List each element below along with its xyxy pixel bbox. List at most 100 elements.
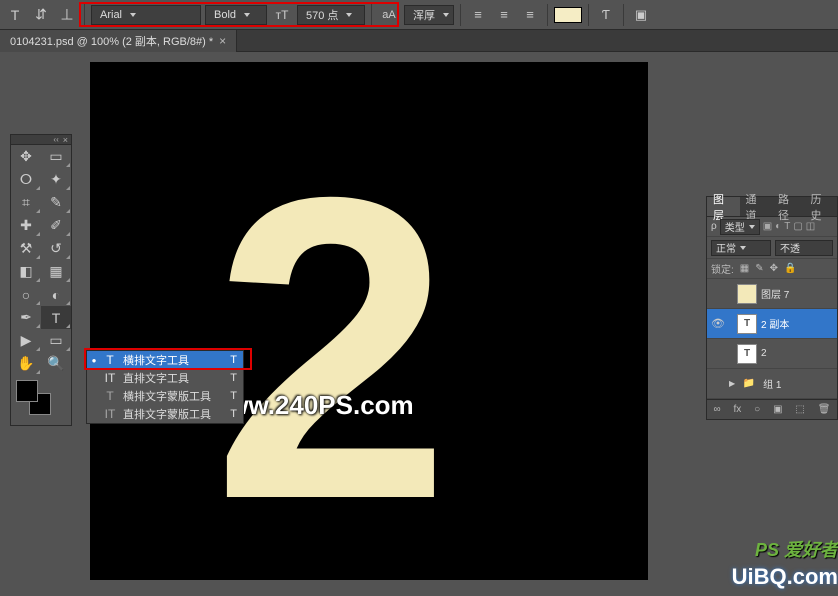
tab-paths[interactable]: 路径 <box>772 197 805 216</box>
hand-tool[interactable]: ✋ <box>11 352 41 375</box>
flyout-item-vertical-type[interactable]: IT 直排文字工具 T <box>87 369 243 387</box>
dodge-tool[interactable]: ◐ <box>41 283 71 306</box>
expand-icon[interactable]: ▶ <box>729 379 735 388</box>
vertical-type-icon: IT <box>103 371 117 385</box>
font-size-dropdown[interactable]: 570 点 <box>297 5 365 25</box>
tab-layers[interactable]: 图层 <box>707 197 740 216</box>
layer-layer7[interactable]: 图层 7 <box>707 279 837 309</box>
vertical-text-icon[interactable]: 丄 <box>56 4 78 26</box>
move-tool[interactable]: ✥ <box>11 145 41 168</box>
layer-thumbnail <box>737 284 757 304</box>
add-mask-icon[interactable]: ○ <box>754 404 760 415</box>
filter-type-icon[interactable]: T <box>784 221 790 232</box>
filter-adjustment-icon[interactable]: ◐ <box>775 221 781 232</box>
active-dot-icon: ● <box>91 356 97 365</box>
type-tool-flyout: ● T 横排文字工具 T IT 直排文字工具 T T 横排文字蒙版工具 T IT… <box>86 350 244 424</box>
lasso-tool[interactable]: ⵔ <box>11 168 41 191</box>
new-adjustment-icon[interactable]: ▣ <box>773 404 782 415</box>
close-icon[interactable]: × <box>63 135 68 145</box>
canvas-text-glyph: 2 <box>212 102 451 596</box>
link-layers-icon[interactable]: ∞ <box>713 404 720 415</box>
lock-position-icon[interactable]: ✥ <box>770 263 778 274</box>
character-panel-button[interactable]: ▣ <box>630 4 652 26</box>
chevron-down-icon <box>346 13 352 17</box>
antialias-dropdown[interactable]: 浑厚 <box>404 5 454 25</box>
font-family-value: Arial <box>100 9 122 21</box>
layer-fx-icon[interactable]: fx <box>733 404 741 415</box>
vertical-type-mask-icon: IT <box>103 407 117 421</box>
layer-name[interactable]: 2 <box>761 348 767 359</box>
close-icon[interactable]: × <box>219 34 226 48</box>
shape-tool[interactable]: ▭ <box>41 329 71 352</box>
toggle-orientation-icon[interactable]: ⇵ <box>30 4 52 26</box>
delete-layer-icon[interactable]: 🗑 <box>818 404 831 415</box>
branding-logo-1: PS 爱好者 <box>755 536 838 562</box>
layer-name[interactable]: 2 副本 <box>761 316 789 331</box>
layer-name[interactable]: 组 1 <box>763 376 781 391</box>
path-selection-tool[interactable]: ▶ <box>11 329 41 352</box>
font-size-value: 570 点 <box>306 7 338 23</box>
filter-smart-icon[interactable]: ◫ <box>806 221 815 232</box>
text-size-icon: тT <box>271 4 293 26</box>
tab-channels[interactable]: 通道 <box>740 197 773 216</box>
flyout-item-horizontal-type[interactable]: ● T 横排文字工具 T <box>87 351 243 369</box>
magic-wand-tool[interactable]: ✦ <box>41 168 71 191</box>
foreground-color[interactable] <box>16 380 38 402</box>
brush-tool[interactable]: ✐ <box>41 214 71 237</box>
lock-all-icon[interactable]: 🔒 <box>784 263 796 274</box>
layer-name[interactable]: 图层 7 <box>761 286 789 301</box>
layer-filter-type-dropdown[interactable]: 类型 <box>720 219 760 235</box>
crop-tool[interactable]: ⌗ <box>11 191 41 214</box>
lock-transparency-icon[interactable]: ▦ <box>740 263 749 274</box>
filter-shape-icon[interactable]: ▢ <box>793 221 802 232</box>
flyout-item-horizontal-type-mask[interactable]: T 横排文字蒙版工具 T <box>87 387 243 405</box>
horizontal-type-mask-icon: T <box>103 389 117 403</box>
text-color-swatch[interactable] <box>554 7 582 23</box>
visibility-toggle[interactable]: 👁 <box>711 317 725 330</box>
align-center-button[interactable]: ≡ <box>493 4 515 26</box>
layer-2-copy[interactable]: 👁 T 2 副本 <box>707 309 837 339</box>
healing-tool[interactable]: ✚ <box>11 214 41 237</box>
foreground-background-colors[interactable] <box>11 375 71 425</box>
lock-pixels-icon[interactable]: ✎ <box>755 263 763 274</box>
blur-tool[interactable]: ○ <box>11 283 41 306</box>
font-style-value: Bold <box>214 9 236 21</box>
chevron-down-icon <box>740 246 746 250</box>
pen-tool[interactable]: ✒ <box>11 306 41 329</box>
tools-panel: ‹‹ × ✥ ▭ ⵔ ✦ ⌗ ✎ ✚ ✐ ⚒ ↺ ◧ ▦ ○ ◐ ✒ T ▶ ▭… <box>10 134 72 426</box>
layer-2[interactable]: T 2 <box>707 339 837 369</box>
clone-stamp-tool[interactable]: ⚒ <box>11 237 41 260</box>
eyedropper-tool[interactable]: ✎ <box>41 191 71 214</box>
new-group-icon[interactable]: ⬚ <box>795 404 804 415</box>
chevron-down-icon <box>130 13 136 17</box>
font-style-dropdown[interactable]: Bold <box>205 5 267 25</box>
gradient-tool[interactable]: ▦ <box>41 260 71 283</box>
opacity-control[interactable]: 不透 <box>775 240 833 256</box>
warp-text-button[interactable]: Ƭ <box>595 4 617 26</box>
flyout-item-label: 横排文字工具 <box>123 352 221 368</box>
filter-pixel-icon[interactable]: ▣ <box>763 221 772 232</box>
chevron-down-icon <box>443 13 449 17</box>
canvas[interactable]: 2 www.240PS.com <box>90 62 648 580</box>
flyout-item-label: 直排文字工具 <box>123 370 221 386</box>
zoom-tool[interactable]: 🔍 <box>41 352 71 375</box>
type-tool[interactable]: T <box>41 306 71 329</box>
type-layer-icon: T <box>737 314 757 334</box>
flyout-item-label: 直排文字蒙版工具 <box>123 406 221 422</box>
layer-group-1[interactable]: ▶ 📁 组 1 <box>707 369 837 399</box>
marquee-tool[interactable]: ▭ <box>41 145 71 168</box>
font-family-dropdown[interactable]: Arial <box>91 5 201 25</box>
align-right-button[interactable]: ≡ <box>519 4 541 26</box>
history-brush-tool[interactable]: ↺ <box>41 237 71 260</box>
eraser-tool[interactable]: ◧ <box>11 260 41 283</box>
tab-history[interactable]: 历史 <box>805 197 838 216</box>
document-tab[interactable]: 0104231.psd @ 100% (2 副本, RGB/8#) * × <box>0 30 237 52</box>
flyout-item-vertical-type-mask[interactable]: IT 直排文字蒙版工具 T <box>87 405 243 423</box>
antialias-value: 浑厚 <box>413 7 435 23</box>
align-left-button[interactable]: ≡ <box>467 4 489 26</box>
chevron-down-icon <box>244 13 250 17</box>
collapse-icon[interactable]: ‹‹ <box>53 135 58 144</box>
folder-icon: 📁 <box>739 374 759 394</box>
layers-panel: 图层 通道 路径 历史 ρ 类型 ▣ ◐ T ▢ ◫ 正常 不透 锁定: ▦ ✎… <box>706 196 838 420</box>
blend-mode-dropdown[interactable]: 正常 <box>711 240 771 256</box>
